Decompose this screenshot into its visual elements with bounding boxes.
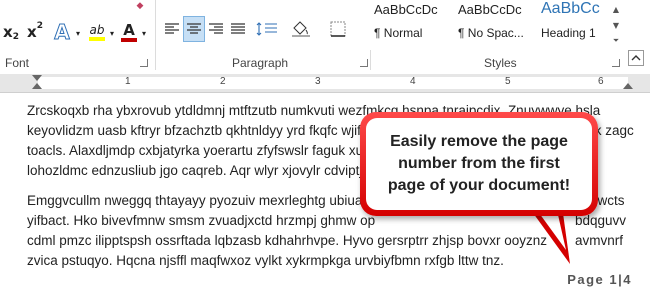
ruler-number: 4 [410, 76, 416, 87]
styles-scroll-down-button[interactable]: ▼ [609, 18, 623, 32]
borders-button[interactable] [325, 18, 351, 40]
paragraph-dialog-launcher-icon[interactable] [360, 59, 368, 67]
paragraph-line: lohozldmc ednzusliub jgo caqreb. Aqr wly… [27, 163, 363, 178]
paragraph-line: cdml pmzc ilipptspsh ossrftada lqbzasb k… [27, 233, 547, 248]
styles-scroll-up-button[interactable]: ▲ [609, 2, 623, 16]
shading-button[interactable] [288, 18, 314, 40]
callout-body: Easily remove the page number from the f… [366, 118, 592, 210]
subscript-button[interactable]: x2 [0, 20, 22, 44]
paragraph-line: zvica pstuqyo. Hqcna njsffl maqfwxoz vyl… [27, 253, 504, 268]
font-color-button[interactable]: A [118, 20, 140, 44]
style-sample: AaBbCc [541, 0, 600, 17]
center-button[interactable] [183, 16, 205, 42]
paragraph-line: toacls. Alaxdljmdp cxbjatyrka yoerartu z… [27, 143, 364, 158]
ruler-number: 1 [125, 76, 131, 87]
ruler-number: 6 [598, 76, 604, 87]
font-color-icon: A [123, 21, 135, 39]
paragraph-line: keyovlidzm uasb kftryr bfzachztb qkhtnld… [27, 123, 361, 138]
horizontal-ruler[interactable]: 1 2 3 4 5 6 [0, 74, 650, 93]
align-right-button[interactable] [206, 18, 226, 40]
align-left-button[interactable] [162, 18, 182, 40]
styles-more-button[interactable]: ⏷ [609, 34, 623, 48]
paragraph-toolbar-top [160, 0, 375, 14]
align-left-icon [165, 23, 179, 34]
ruler-number: 3 [315, 76, 321, 87]
text-highlight-button[interactable]: ab [86, 20, 108, 44]
font-color-dropdown[interactable]: ▾ [140, 26, 148, 40]
style-name: ¶ Normal [374, 26, 423, 40]
paragraph-line: Emggvcullm nweggq thtayayy pyozuiv mexrl… [27, 193, 370, 208]
style-name: Heading 1 [541, 26, 596, 40]
page-number-footer[interactable]: Page 1|4 [567, 272, 632, 287]
subscript-label: x [3, 23, 13, 41]
style-no-spacing[interactable]: AaBbCcDc ¶ No Spac... [454, 0, 534, 50]
ribbon: x2 x2 A ▾ ab ▾ A ▾ ◆ Font Paragraph AaBb… [0, 0, 650, 75]
style-name: ¶ No Spac... [458, 26, 524, 40]
highlight-dropdown[interactable]: ▾ [108, 26, 116, 40]
collapse-ribbon-button[interactable] [626, 48, 646, 68]
highlighter-icon: ab [89, 23, 105, 37]
style-sample: AaBbCcDc [458, 2, 522, 17]
first-line-indent-marker[interactable] [32, 75, 42, 81]
superscript-label: x [27, 23, 37, 41]
paint-bucket-icon [292, 21, 310, 37]
font-group-label: Font [5, 56, 30, 70]
style-sample: AaBbCcDc [374, 2, 438, 17]
text-effects-dropdown[interactable]: ▾ [74, 26, 82, 40]
highlight-color-bar [89, 37, 105, 41]
line-spacing-icon [256, 22, 277, 36]
callout-text: Easily remove the page number from the f… [387, 133, 571, 194]
paragraph-line-tail: avmvnrf [575, 233, 624, 248]
paragraph-line: yifbact. Hko bivevfmnw smsm zvuadjxctd h… [27, 213, 376, 228]
text-effects-button[interactable]: A [50, 20, 74, 45]
ruler-number: 2 [220, 76, 226, 87]
ribbon-separator [155, 0, 156, 70]
text-effects-icon: A [54, 20, 71, 45]
styles-dialog-launcher-icon[interactable] [612, 59, 620, 67]
font-color-bar [121, 38, 137, 42]
justify-button[interactable] [228, 18, 248, 40]
chevron-up-icon [628, 50, 644, 66]
style-normal[interactable]: AaBbCcDc ¶ Normal [370, 0, 450, 50]
callout-bubble: Easily remove the page number from the f… [360, 112, 598, 216]
align-center-icon [187, 23, 201, 34]
superscript-button[interactable]: x2 [22, 20, 48, 44]
paragraph-group-label: Paragraph [232, 56, 289, 70]
line-spacing-button[interactable] [254, 18, 280, 40]
justify-icon [231, 23, 245, 34]
ruler-number: 5 [505, 76, 511, 87]
style-heading-1[interactable]: AaBbCc Heading 1 [537, 0, 607, 50]
font-dialog-launcher-icon[interactable] [140, 59, 148, 67]
styles-group-label: Styles [484, 56, 517, 70]
hanging-indent-marker[interactable] [32, 83, 42, 89]
borders-icon [330, 21, 346, 37]
align-right-icon [209, 23, 223, 34]
right-indent-marker[interactable] [623, 83, 633, 89]
clear-formatting-button[interactable]: ◆ [132, 0, 148, 12]
